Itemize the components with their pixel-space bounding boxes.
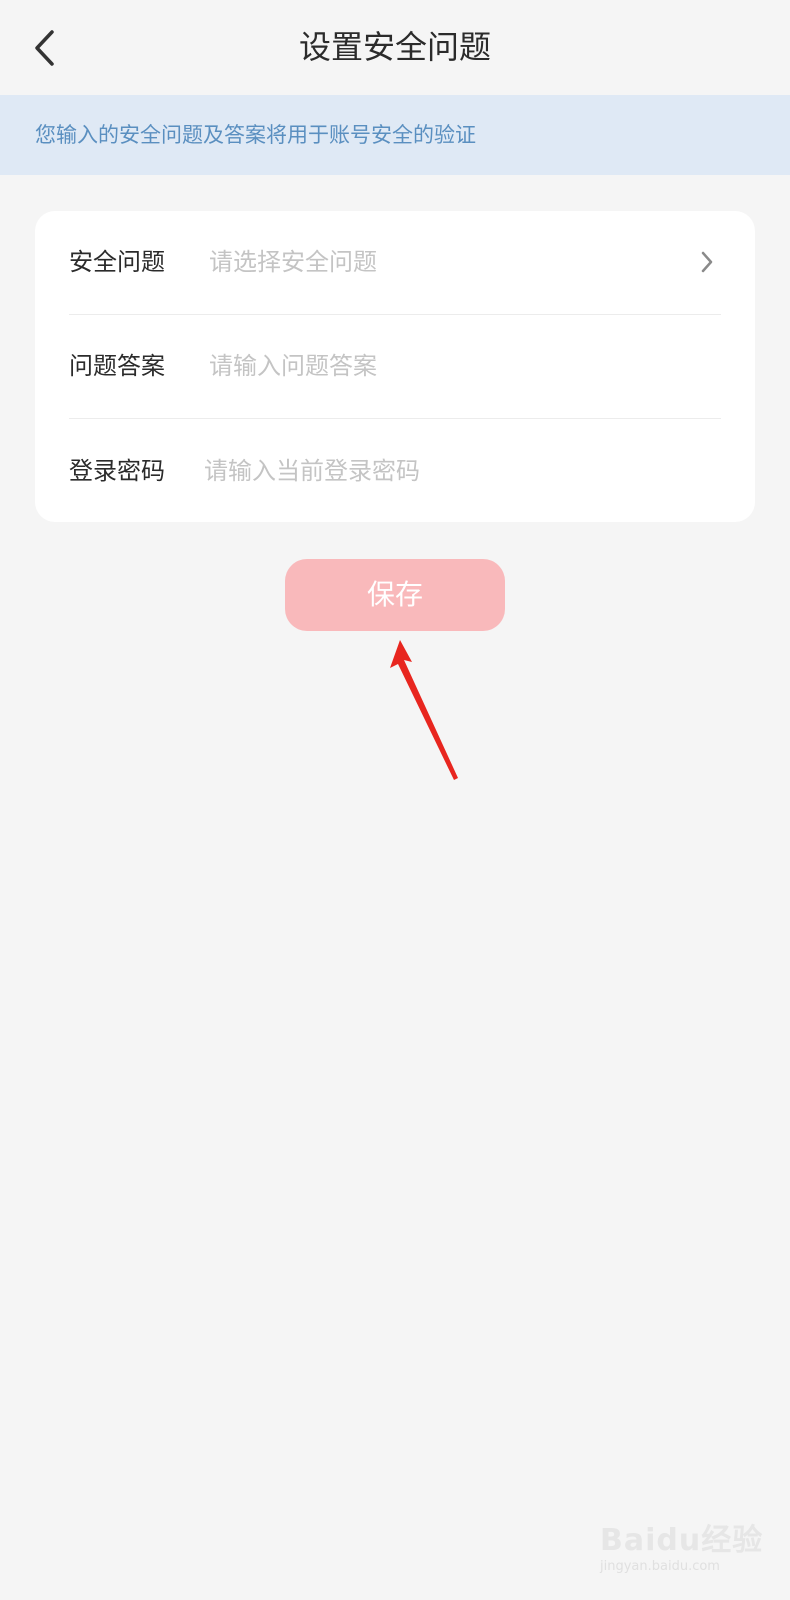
- notice-text: 您输入的安全问题及答案将用于账号安全的验证: [35, 123, 476, 147]
- divider: [69, 418, 721, 419]
- chevron-left-icon: [35, 30, 54, 66]
- save-button[interactable]: 保存: [285, 559, 505, 631]
- security-question-select[interactable]: [209, 241, 669, 283]
- watermark-brand: Baidu经验: [600, 1523, 764, 1558]
- answer-label: 问题答案: [69, 352, 165, 380]
- security-question-row[interactable]: 安全问题: [69, 211, 721, 313]
- chevron-right-icon: [693, 248, 721, 276]
- password-input[interactable]: [204, 450, 714, 492]
- security-form-card: 安全问题 问题答案 登录密码: [35, 211, 755, 522]
- password-row: 登录密码: [69, 420, 721, 522]
- answer-row: 问题答案: [69, 315, 721, 417]
- security-question-label: 安全问题: [69, 248, 165, 276]
- header: 设置安全问题: [0, 0, 790, 95]
- back-button[interactable]: [20, 20, 70, 76]
- watermark-url: jingyan.baidu.com: [600, 1559, 720, 1574]
- page-title: 设置安全问题: [298, 28, 491, 66]
- notice-banner: 您输入的安全问题及答案将用于账号安全的验证: [0, 95, 790, 175]
- red-arrow-icon: [390, 640, 458, 780]
- watermark: Baidu经验 jingyan.baidu.com: [600, 1515, 770, 1585]
- answer-input[interactable]: [209, 345, 709, 387]
- password-label: 登录密码: [69, 457, 165, 485]
